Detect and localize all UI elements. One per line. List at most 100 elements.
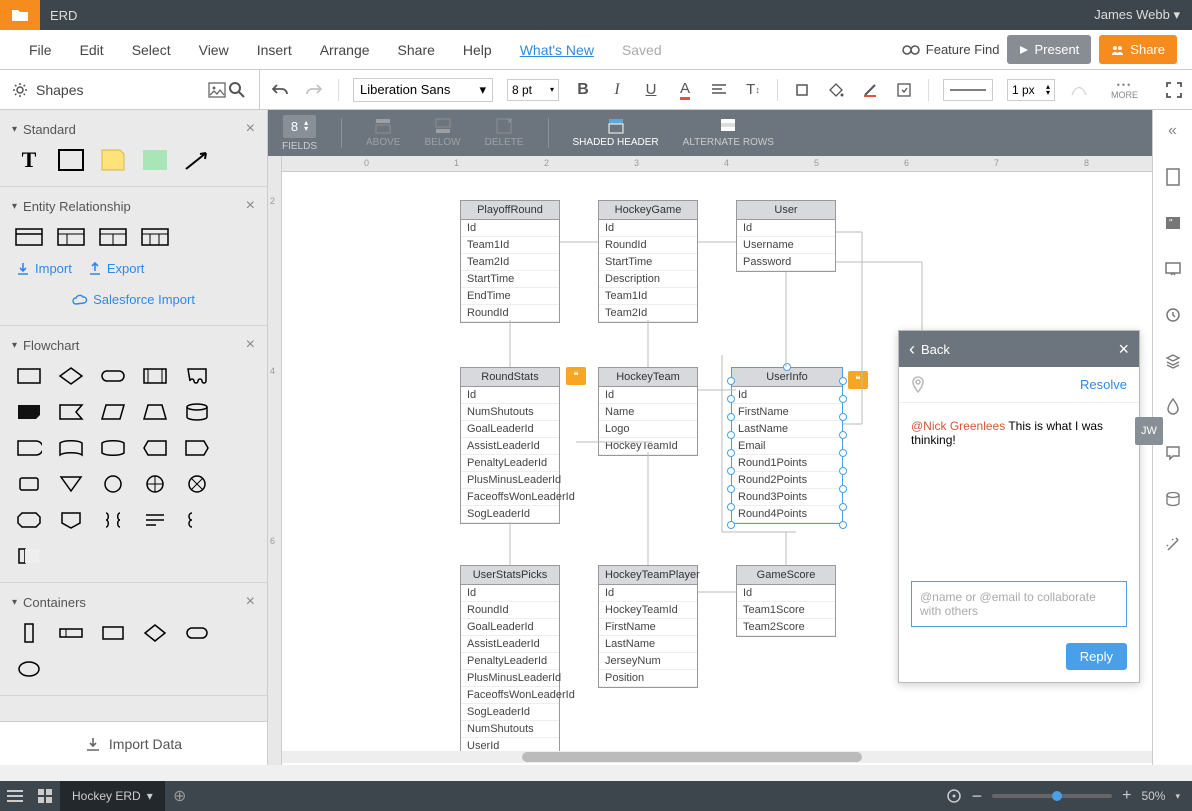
shape-er-3[interactable] — [98, 225, 128, 249]
entity-field[interactable]: PlusMinusLeaderId — [461, 472, 559, 489]
entity-header[interactable]: UserStatsPicks — [461, 566, 559, 585]
entity-field[interactable]: RoundId — [599, 237, 697, 254]
flowchart-shape-23[interactable] — [140, 508, 170, 532]
user-menu[interactable]: James Webb ▾ — [1094, 7, 1192, 23]
entity-field[interactable]: LastName — [599, 636, 697, 653]
flowchart-shape-19[interactable] — [182, 472, 212, 496]
flowchart-shape-18[interactable] — [140, 472, 170, 496]
folder-icon[interactable] — [0, 0, 40, 30]
entity-field[interactable]: LastName — [732, 421, 842, 438]
entity-User[interactable]: UserIdUsernamePassword — [736, 200, 836, 272]
entity-header[interactable]: HockeyTeamPlayer — [599, 566, 697, 585]
entity-field[interactable]: Id — [599, 585, 697, 602]
entity-field[interactable]: StartTime — [461, 271, 559, 288]
er-export[interactable]: Export — [88, 261, 145, 276]
flowchart-shape-11[interactable] — [56, 436, 86, 460]
entity-header[interactable]: RoundStats — [461, 368, 559, 387]
line-endpoint-icon[interactable] — [1069, 80, 1089, 100]
entity-field[interactable]: SogLeaderId — [461, 704, 559, 721]
container-shape-5[interactable] — [14, 657, 44, 681]
entity-field[interactable]: PlusMinusLeaderId — [461, 670, 559, 687]
zoom-out-icon[interactable]: − — [972, 786, 983, 807]
flowchart-shape-9[interactable] — [182, 400, 212, 424]
add-page-button[interactable]: ⊕ — [165, 786, 195, 806]
location-icon[interactable] — [911, 376, 925, 394]
target-icon[interactable] — [946, 788, 962, 804]
line-width-select[interactable]: 1 px▴▾ — [1007, 79, 1055, 101]
entity-field[interactable]: PenaltyLeaderId — [461, 653, 559, 670]
undo-icon[interactable] — [270, 80, 290, 100]
close-icon[interactable]: × — [246, 593, 255, 611]
entity-field[interactable]: Round1Points — [732, 455, 842, 472]
entity-field[interactable]: HockeyTeamId — [599, 602, 697, 619]
collapse-icon[interactable]: « — [1162, 120, 1184, 142]
fullscreen-icon[interactable] — [1166, 82, 1182, 98]
flowchart-shape-10[interactable] — [14, 436, 44, 460]
entity-header[interactable]: HockeyGame — [599, 201, 697, 220]
history-icon[interactable] — [1162, 304, 1184, 326]
flowchart-shape-25[interactable] — [14, 544, 44, 568]
entity-field[interactable]: NumShutouts — [461, 404, 559, 421]
comment-icon[interactable] — [1162, 442, 1184, 464]
shape-style-icon[interactable] — [894, 80, 914, 100]
data-icon[interactable] — [1162, 488, 1184, 510]
flowchart-shape-5[interactable] — [14, 400, 44, 424]
flowchart-shape-12[interactable] — [98, 436, 128, 460]
presentation-icon[interactable] — [1162, 258, 1184, 280]
flowchart-shape-6[interactable] — [56, 400, 86, 424]
entity-field[interactable]: Id — [732, 387, 842, 404]
flowchart-shape-14[interactable] — [182, 436, 212, 460]
section-flowchart[interactable]: ▾Flowchart× — [12, 336, 255, 354]
entity-field[interactable]: Team1Score — [737, 602, 835, 619]
entity-field[interactable]: HockeyTeamId — [599, 438, 697, 455]
text-color-icon[interactable]: A — [675, 80, 695, 100]
italic-icon[interactable]: I — [607, 80, 627, 100]
entity-field[interactable]: Id — [461, 585, 559, 602]
menu-insert[interactable]: Insert — [243, 42, 306, 58]
flowchart-shape-22[interactable] — [98, 508, 128, 532]
entity-RoundStats[interactable]: RoundStatsIdNumShutoutsGoalLeaderIdAssis… — [460, 367, 560, 524]
flowchart-shape-21[interactable] — [56, 508, 86, 532]
entity-field[interactable]: Team2Id — [461, 254, 559, 271]
import-data-button[interactable]: Import Data — [0, 721, 267, 765]
shape-note[interactable] — [98, 148, 128, 172]
flowchart-shape-7[interactable] — [98, 400, 128, 424]
flowchart-shape-1[interactable] — [56, 364, 86, 388]
entity-field[interactable]: FirstName — [732, 404, 842, 421]
tt-below[interactable]: BELOW — [424, 118, 460, 148]
crop-icon[interactable] — [792, 80, 812, 100]
entity-field[interactable]: SogLeaderId — [461, 506, 559, 523]
tt-alternate-rows[interactable]: ALTERNATE ROWS — [683, 118, 774, 148]
magic-icon[interactable] — [1162, 534, 1184, 556]
entity-field[interactable]: GoalLeaderId — [461, 421, 559, 438]
share-button[interactable]: Share — [1099, 35, 1177, 64]
flowchart-shape-0[interactable] — [14, 364, 44, 388]
layers-icon[interactable] — [1162, 350, 1184, 372]
shape-er-1[interactable] — [14, 225, 44, 249]
entity-field[interactable]: GoalLeaderId — [461, 619, 559, 636]
comment-badge[interactable]: ❝ — [848, 371, 868, 389]
entity-field[interactable]: Password — [737, 254, 835, 271]
bold-icon[interactable]: B — [573, 80, 593, 100]
font-size-select[interactable]: 8 pt▾ — [507, 79, 559, 101]
flowchart-shape-8[interactable] — [140, 400, 170, 424]
entity-field[interactable]: Id — [599, 387, 697, 404]
menu-edit[interactable]: Edit — [66, 42, 118, 58]
entity-field[interactable]: Id — [461, 387, 559, 404]
entity-header[interactable]: HockeyTeam — [599, 368, 697, 387]
underline-icon[interactable]: U — [641, 80, 661, 100]
section-standard[interactable]: ▾Standard× — [12, 120, 255, 138]
comment-back-button[interactable]: ‹Back — [909, 339, 950, 360]
horizontal-scrollbar[interactable] — [282, 751, 1152, 763]
close-icon[interactable]: × — [246, 120, 255, 138]
entity-HockeyGame[interactable]: HockeyGameIdRoundIdStartTimeDescriptionT… — [598, 200, 698, 323]
entity-field[interactable]: RoundId — [461, 305, 559, 322]
flowchart-shape-17[interactable] — [98, 472, 128, 496]
menu-share[interactable]: Share — [384, 42, 449, 58]
text-style-icon[interactable]: T↕ — [743, 80, 763, 100]
flowchart-shape-3[interactable] — [140, 364, 170, 388]
entity-field[interactable]: Id — [461, 220, 559, 237]
shape-er-2[interactable] — [56, 225, 86, 249]
container-shape-1[interactable] — [56, 621, 86, 645]
entity-field[interactable]: Team1Id — [599, 288, 697, 305]
